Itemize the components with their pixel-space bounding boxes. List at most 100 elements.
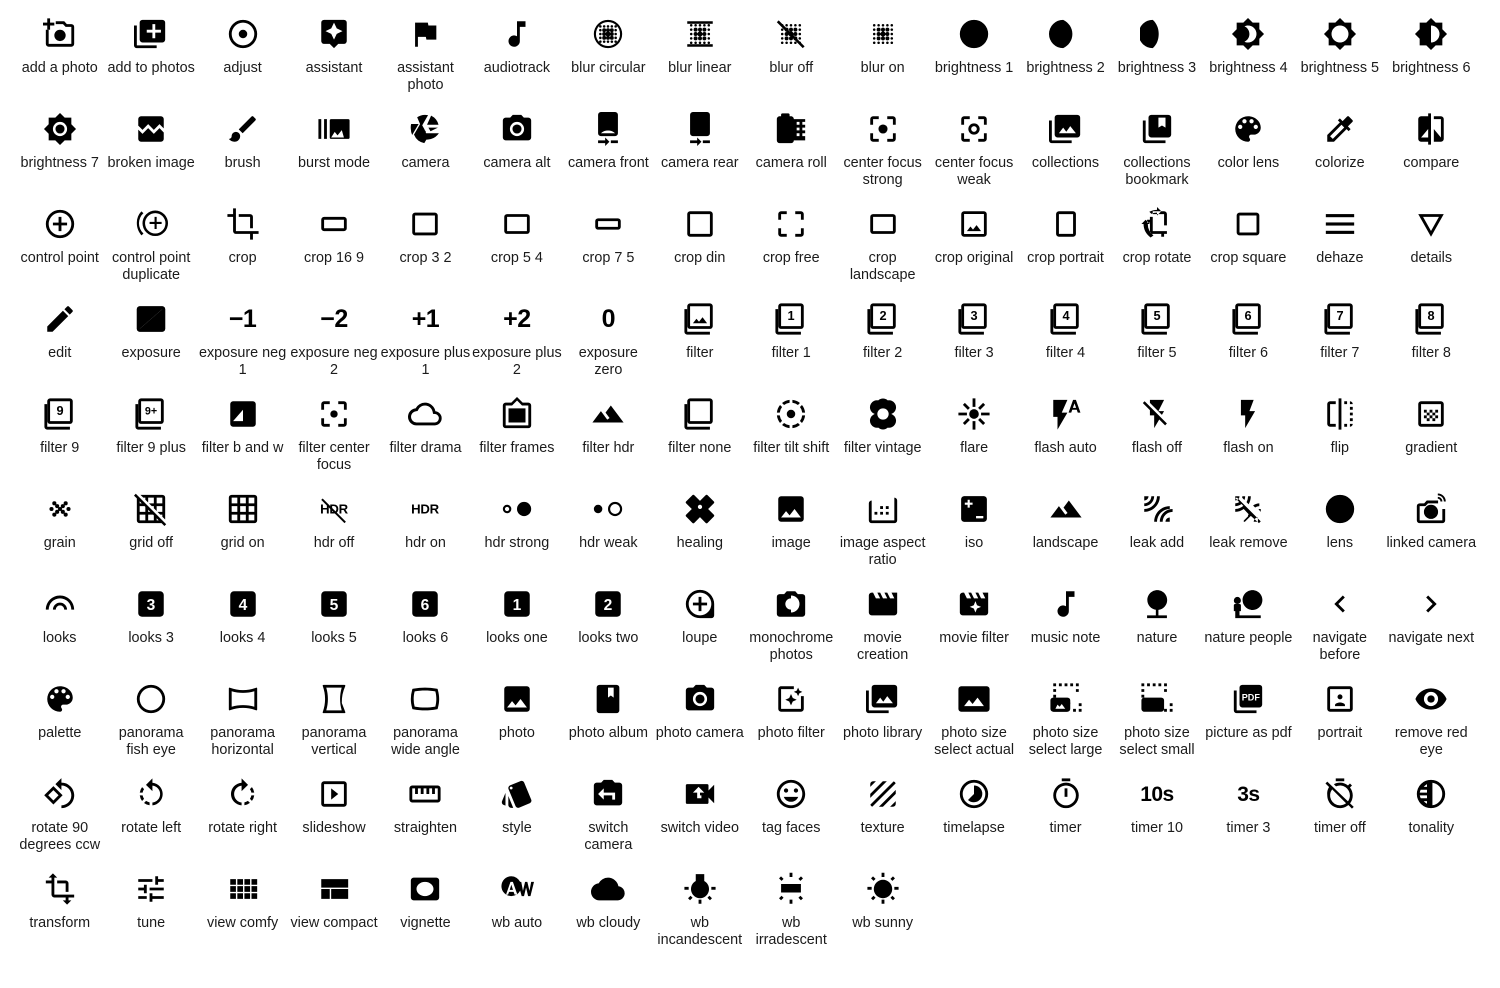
icon-cell[interactable]: burst mode bbox=[288, 107, 379, 202]
icon-cell[interactable]: image aspect ratio bbox=[837, 487, 928, 582]
icon-cell[interactable]: 6 looks 6 bbox=[380, 582, 471, 677]
icon-cell[interactable]: add to photos bbox=[105, 12, 196, 107]
icon-cell[interactable]: switch video bbox=[654, 772, 745, 867]
icon-cell[interactable]: image bbox=[746, 487, 837, 582]
icon-cell[interactable]: timer off bbox=[1294, 772, 1385, 867]
icon-cell[interactable]: hdr strong bbox=[471, 487, 562, 582]
icon-cell[interactable]: music note bbox=[1020, 582, 1111, 677]
icon-cell[interactable]: camera front bbox=[563, 107, 654, 202]
icon-cell[interactable]: photo size select small bbox=[1111, 677, 1202, 772]
icon-cell[interactable]: wb irradescent bbox=[746, 867, 837, 962]
icon-cell[interactable]: crop landscape bbox=[837, 202, 928, 297]
icon-cell[interactable]: add a photo bbox=[14, 12, 105, 107]
icon-cell[interactable]: rotate 90 degrees ccw bbox=[14, 772, 105, 867]
icon-cell[interactable]: grid on bbox=[197, 487, 288, 582]
icon-cell[interactable]: looks bbox=[14, 582, 105, 677]
icon-cell[interactable]: flare bbox=[928, 392, 1019, 487]
icon-cell[interactable]: gradient bbox=[1386, 392, 1477, 487]
icon-cell[interactable]: hdr weak bbox=[563, 487, 654, 582]
icon-cell[interactable]: vignette bbox=[380, 867, 471, 962]
icon-cell[interactable]: wb incandescent bbox=[654, 867, 745, 962]
icon-cell[interactable]: straighten bbox=[380, 772, 471, 867]
icon-cell[interactable]: filter center focus bbox=[288, 392, 379, 487]
icon-cell[interactable]: brightness 6 bbox=[1386, 12, 1477, 107]
icon-cell[interactable]: crop 7 5 bbox=[563, 202, 654, 297]
icon-cell[interactable]: 5 looks 5 bbox=[288, 582, 379, 677]
icon-cell[interactable]: blur off bbox=[746, 12, 837, 107]
icon-cell[interactable]: colorize bbox=[1294, 107, 1385, 202]
icon-cell[interactable]: panorama fish eye bbox=[105, 677, 196, 772]
icon-cell[interactable]: 2 looks two bbox=[563, 582, 654, 677]
icon-cell[interactable]: center focus weak bbox=[928, 107, 1019, 202]
icon-cell[interactable]: navigate before bbox=[1294, 582, 1385, 677]
icon-cell[interactable]: loupe bbox=[654, 582, 745, 677]
icon-cell[interactable]: crop free bbox=[746, 202, 837, 297]
icon-cell[interactable]: +1 exposure plus 1 bbox=[380, 297, 471, 392]
icon-cell[interactable]: nature bbox=[1111, 582, 1202, 677]
icon-cell[interactable]: crop din bbox=[654, 202, 745, 297]
icon-cell[interactable]: leak add bbox=[1111, 487, 1202, 582]
icon-cell[interactable]: rotate left bbox=[105, 772, 196, 867]
icon-cell[interactable]: style bbox=[471, 772, 562, 867]
icon-cell[interactable]: slideshow bbox=[288, 772, 379, 867]
icon-cell[interactable]: 2 filter 2 bbox=[837, 297, 928, 392]
icon-cell[interactable]: wb cloudy bbox=[563, 867, 654, 962]
icon-cell[interactable]: 3 filter 3 bbox=[928, 297, 1019, 392]
icon-cell[interactable]: HDR hdr on bbox=[380, 487, 471, 582]
icon-cell[interactable]: 6 filter 6 bbox=[1203, 297, 1294, 392]
icon-cell[interactable]: filter frames bbox=[471, 392, 562, 487]
icon-cell[interactable]: compare bbox=[1386, 107, 1477, 202]
icon-cell[interactable]: 10s timer 10 bbox=[1111, 772, 1202, 867]
icon-cell[interactable]: nature people bbox=[1203, 582, 1294, 677]
icon-cell[interactable]: movie creation bbox=[837, 582, 928, 677]
icon-cell[interactable]: adjust bbox=[197, 12, 288, 107]
icon-cell[interactable]: filter hdr bbox=[563, 392, 654, 487]
icon-cell[interactable]: photo album bbox=[563, 677, 654, 772]
icon-cell[interactable]: −2 exposure neg 2 bbox=[288, 297, 379, 392]
icon-cell[interactable]: crop 3 2 bbox=[380, 202, 471, 297]
icon-cell[interactable]: details bbox=[1386, 202, 1477, 297]
icon-cell[interactable]: tune bbox=[105, 867, 196, 962]
icon-cell[interactable]: center focus strong bbox=[837, 107, 928, 202]
icon-cell[interactable]: filter tilt shift bbox=[746, 392, 837, 487]
icon-cell[interactable]: blur on bbox=[837, 12, 928, 107]
icon-cell[interactable]: 4 filter 4 bbox=[1020, 297, 1111, 392]
icon-cell[interactable]: photo bbox=[471, 677, 562, 772]
icon-cell[interactable]: collections bbox=[1020, 107, 1111, 202]
icon-cell[interactable]: assistant photo bbox=[380, 12, 471, 107]
icon-cell[interactable]: edit bbox=[14, 297, 105, 392]
icon-cell[interactable]: 8 filter 8 bbox=[1386, 297, 1477, 392]
icon-cell[interactable]: 3 looks 3 bbox=[105, 582, 196, 677]
icon-cell[interactable]: control point bbox=[14, 202, 105, 297]
icon-cell[interactable]: remove red eye bbox=[1386, 677, 1477, 772]
icon-cell[interactable]: brightness 4 bbox=[1203, 12, 1294, 107]
icon-cell[interactable]: HDR hdr off bbox=[288, 487, 379, 582]
icon-cell[interactable]: view comfy bbox=[197, 867, 288, 962]
icon-cell[interactable]: flash on bbox=[1203, 392, 1294, 487]
icon-cell[interactable]: color lens bbox=[1203, 107, 1294, 202]
icon-cell[interactable]: PDF picture as pdf bbox=[1203, 677, 1294, 772]
icon-cell[interactable]: navigate next bbox=[1386, 582, 1477, 677]
icon-cell[interactable]: flash off bbox=[1111, 392, 1202, 487]
icon-cell[interactable]: wb sunny bbox=[837, 867, 928, 962]
icon-cell[interactable]: 3s timer 3 bbox=[1203, 772, 1294, 867]
icon-cell[interactable]: texture bbox=[837, 772, 928, 867]
icon-cell[interactable]: crop original bbox=[928, 202, 1019, 297]
icon-cell[interactable]: filter b and w bbox=[197, 392, 288, 487]
icon-cell[interactable]: 0 exposure zero bbox=[563, 297, 654, 392]
icon-cell[interactable]: palette bbox=[14, 677, 105, 772]
icon-cell[interactable]: camera alt bbox=[471, 107, 562, 202]
icon-cell[interactable]: dehaze bbox=[1294, 202, 1385, 297]
icon-cell[interactable]: filter none bbox=[654, 392, 745, 487]
icon-cell[interactable]: timelapse bbox=[928, 772, 1019, 867]
icon-cell[interactable]: leak remove bbox=[1203, 487, 1294, 582]
icon-cell[interactable]: view compact bbox=[288, 867, 379, 962]
icon-cell[interactable]: control point duplicate bbox=[105, 202, 196, 297]
icon-cell[interactable]: camera rear bbox=[654, 107, 745, 202]
icon-cell[interactable]: 1 looks one bbox=[471, 582, 562, 677]
icon-cell[interactable]: monochrome photos bbox=[746, 582, 837, 677]
icon-cell[interactable]: panorama horizontal bbox=[197, 677, 288, 772]
icon-cell[interactable]: brightness 7 bbox=[14, 107, 105, 202]
icon-cell[interactable]: photo camera bbox=[654, 677, 745, 772]
icon-cell[interactable]: lens bbox=[1294, 487, 1385, 582]
